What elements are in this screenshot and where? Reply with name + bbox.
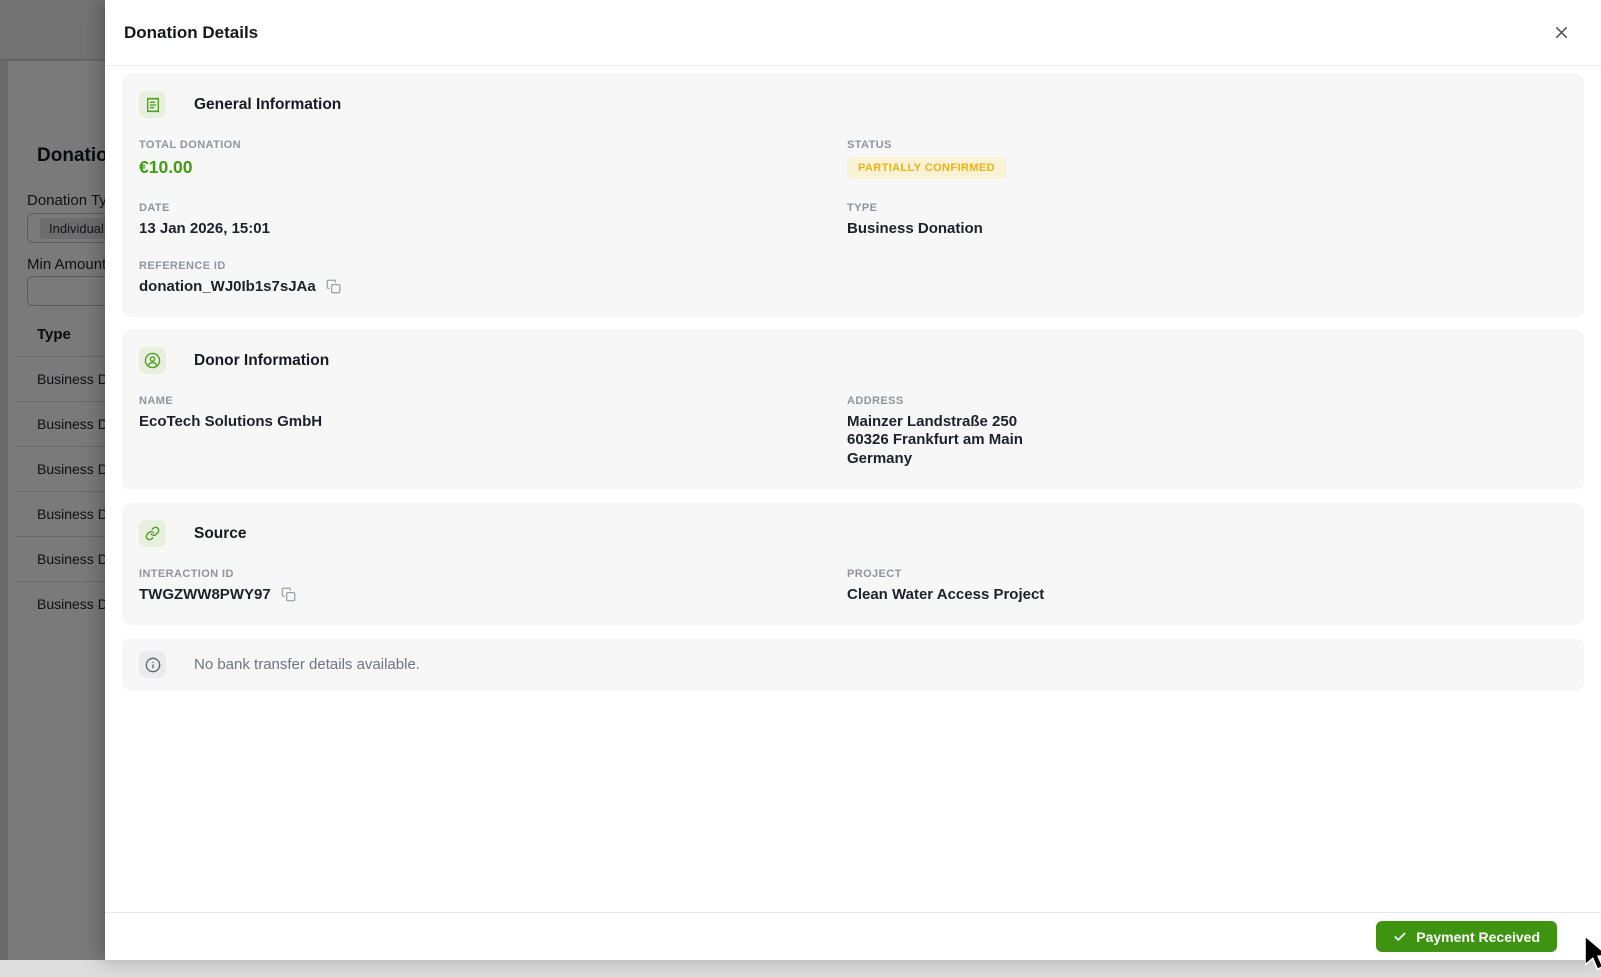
modal-header: Donation Details xyxy=(105,0,1601,66)
donor-address-value: Mainzer Landstraße 250 60326 Frankfurt a… xyxy=(847,413,1567,468)
field-label: DATE xyxy=(139,202,847,214)
copy-reference-id-button[interactable] xyxy=(326,279,341,294)
interaction-id-value: TWGZWW8PWY97 xyxy=(139,586,271,603)
receipt-icon xyxy=(139,91,166,118)
copy-icon xyxy=(281,587,296,602)
donor-address-field: ADDRESS Mainzer Landstraße 250 60326 Fra… xyxy=(847,395,1567,468)
donor-information-header: Donor Information xyxy=(139,347,1567,374)
source-header: Source xyxy=(139,520,1567,547)
field-label: ADDRESS xyxy=(847,395,1567,407)
section-title: General Information xyxy=(194,96,341,114)
donor-name-field: NAME EcoTech Solutions GmbH xyxy=(139,395,847,468)
status-badge: PARTIALLY CONFIRMED xyxy=(847,157,1006,179)
reference-id-field: REFERENCE ID donation_WJ0Ib1s7sJAa xyxy=(139,260,847,295)
general-information-header: General Information xyxy=(139,91,1567,118)
close-button[interactable] xyxy=(1547,19,1575,47)
status-field: STATUS PARTIALLY CONFIRMED xyxy=(847,139,1567,179)
check-icon xyxy=(1393,930,1407,944)
section-title: Donor Information xyxy=(194,352,329,370)
total-donation-value: €10.00 xyxy=(139,157,847,178)
donor-information-section: Donor Information NAME EcoTech Solutions… xyxy=(122,330,1584,490)
link-icon xyxy=(139,520,166,547)
payment-received-label: Payment Received xyxy=(1416,929,1540,945)
bank-transfer-message: No bank transfer details available. xyxy=(194,656,420,673)
copy-interaction-id-button[interactable] xyxy=(281,587,296,602)
modal-body: General Information TOTAL DONATION €10.0… xyxy=(105,66,1601,912)
close-icon xyxy=(1552,23,1571,42)
field-label: NAME xyxy=(139,395,847,407)
field-label: STATUS xyxy=(847,139,1567,151)
modal-title: Donation Details xyxy=(124,23,258,43)
modal-footer: Payment Received xyxy=(105,912,1601,960)
copy-icon xyxy=(326,279,341,294)
general-information-section: General Information TOTAL DONATION €10.0… xyxy=(122,74,1584,317)
donation-details-modal: Donation Details General Information TOT… xyxy=(105,0,1601,960)
type-field: TYPE Business Donation xyxy=(847,202,1567,237)
total-donation-field: TOTAL DONATION €10.00 xyxy=(139,139,847,179)
interaction-id-field: INTERACTION ID TWGZWW8PWY97 xyxy=(139,568,847,603)
bank-transfer-section: No bank transfer details available. xyxy=(122,638,1584,691)
field-label: TOTAL DONATION xyxy=(139,139,847,151)
type-value: Business Donation xyxy=(847,220,1567,237)
user-circle-icon xyxy=(139,347,166,374)
field-label: TYPE xyxy=(847,202,1567,214)
project-field: PROJECT Clean Water Access Project xyxy=(847,568,1567,603)
field-label: PROJECT xyxy=(847,568,1567,580)
info-icon xyxy=(139,651,166,678)
reference-id-value: donation_WJ0Ib1s7sJAa xyxy=(139,278,316,295)
donor-name-value: EcoTech Solutions GmbH xyxy=(139,413,847,430)
source-section: Source INTERACTION ID TWGZWW8PWY97 xyxy=(122,503,1584,625)
date-value: 13 Jan 2026, 15:01 xyxy=(139,220,847,237)
field-label: REFERENCE ID xyxy=(139,260,847,272)
date-field: DATE 13 Jan 2026, 15:01 xyxy=(139,202,847,237)
payment-received-button[interactable]: Payment Received xyxy=(1376,921,1557,952)
field-label: INTERACTION ID xyxy=(139,568,847,580)
section-title: Source xyxy=(194,525,247,543)
project-value: Clean Water Access Project xyxy=(847,586,1567,603)
